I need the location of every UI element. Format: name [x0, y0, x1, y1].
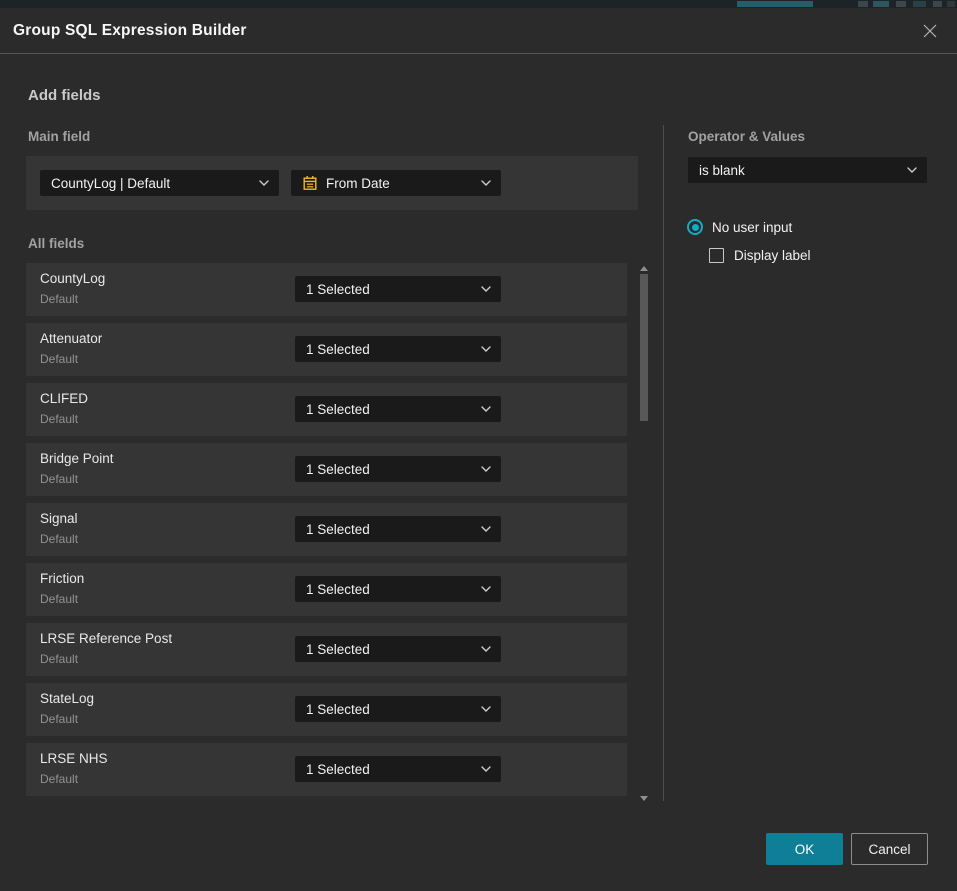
ok-button[interactable]: OK	[766, 833, 843, 865]
background-fragment	[947, 1, 955, 7]
scrollbar-thumb[interactable]	[640, 274, 648, 421]
chevron-down-icon	[481, 466, 491, 472]
chevron-down-icon	[259, 180, 269, 186]
all-fields-label: All fields	[28, 236, 84, 251]
background-app-strip	[0, 0, 957, 8]
field-selection-dropdown[interactable]: 1 Selected	[295, 756, 501, 782]
field-name: LRSE NHS	[40, 751, 108, 766]
field-selection-dropdown[interactable]: 1 Selected	[295, 636, 501, 662]
chevron-down-icon	[481, 286, 491, 292]
background-fragment	[913, 1, 926, 7]
chevron-down-icon	[481, 526, 491, 532]
field-selection-dropdown[interactable]: 1 Selected	[295, 456, 501, 482]
dialog-titlebar: Group SQL Expression Builder	[0, 8, 957, 54]
calendar-icon	[302, 175, 318, 191]
dropdown-value: 1 Selected	[306, 702, 473, 717]
field-row: Bridge Point Default 1 Selected	[26, 443, 627, 496]
background-fragment	[933, 1, 942, 7]
field-name: CLIFED	[40, 391, 88, 406]
dialog-title: Group SQL Expression Builder	[13, 22, 247, 40]
operator-dropdown[interactable]: is blank	[688, 157, 927, 183]
field-row: Signal Default 1 Selected	[26, 503, 627, 556]
dropdown-value: From Date	[326, 176, 473, 191]
dropdown-value: is blank	[699, 163, 899, 178]
chevron-down-icon	[481, 766, 491, 772]
field-row: CLIFED Default 1 Selected	[26, 383, 627, 436]
dropdown-value: 1 Selected	[306, 582, 473, 597]
field-subtitle: Default	[40, 532, 78, 546]
field-name: LRSE Reference Post	[40, 631, 172, 646]
field-selection-dropdown[interactable]: 1 Selected	[295, 576, 501, 602]
dropdown-value: 1 Selected	[306, 462, 473, 477]
background-fragment	[873, 1, 889, 7]
field-name: Attenuator	[40, 331, 102, 346]
checkbox-unchecked-icon	[709, 248, 724, 263]
add-fields-heading: Add fields	[28, 87, 101, 104]
display-label-checkbox[interactable]: Display label	[709, 248, 811, 263]
scrollbar-down-arrow-icon[interactable]	[640, 796, 648, 801]
field-selection-dropdown[interactable]: 1 Selected	[295, 516, 501, 542]
main-field-source-dropdown[interactable]: CountyLog | Default	[40, 170, 279, 196]
scrollbar-up-arrow-icon[interactable]	[640, 266, 648, 271]
field-name: Signal	[40, 511, 78, 526]
field-selection-dropdown[interactable]: 1 Selected	[295, 276, 501, 302]
main-field-panel: CountyLog | Default From Date	[26, 156, 638, 210]
cancel-button[interactable]: Cancel	[851, 833, 928, 865]
field-selection-dropdown[interactable]: 1 Selected	[295, 336, 501, 362]
field-subtitle: Default	[40, 352, 78, 366]
radio-selected-icon	[687, 219, 703, 235]
field-selection-dropdown[interactable]: 1 Selected	[295, 396, 501, 422]
pane-divider	[663, 125, 664, 801]
field-name: Friction	[40, 571, 84, 586]
field-row: CountyLog Default 1 Selected	[26, 263, 627, 316]
field-row: LRSE Reference Post Default 1 Selected	[26, 623, 627, 676]
chevron-down-icon	[481, 706, 491, 712]
screen: Group SQL Expression Builder Add fields …	[0, 0, 957, 891]
chevron-down-icon	[481, 180, 491, 186]
main-field-date-dropdown[interactable]: From Date	[291, 170, 501, 196]
radio-label: No user input	[712, 220, 792, 235]
chevron-down-icon	[481, 406, 491, 412]
field-name: StateLog	[40, 691, 94, 706]
checkbox-label: Display label	[734, 248, 811, 263]
field-name: CountyLog	[40, 271, 105, 286]
chevron-down-icon	[481, 346, 491, 352]
main-field-label: Main field	[28, 129, 90, 144]
dropdown-value: CountyLog | Default	[51, 176, 251, 191]
dropdown-value: 1 Selected	[306, 522, 473, 537]
field-row: Attenuator Default 1 Selected	[26, 323, 627, 376]
dropdown-value: 1 Selected	[306, 342, 473, 357]
operator-values-label: Operator & Values	[688, 129, 805, 144]
field-subtitle: Default	[40, 712, 78, 726]
field-name: Bridge Point	[40, 451, 114, 466]
no-user-input-radio[interactable]: No user input	[687, 219, 792, 235]
field-subtitle: Default	[40, 652, 78, 666]
dropdown-value: 1 Selected	[306, 642, 473, 657]
dropdown-value: 1 Selected	[306, 402, 473, 417]
chevron-down-icon	[481, 586, 491, 592]
field-row: StateLog Default 1 Selected	[26, 683, 627, 736]
field-selection-dropdown[interactable]: 1 Selected	[295, 696, 501, 722]
close-icon[interactable]	[920, 21, 940, 41]
chevron-down-icon	[481, 646, 491, 652]
field-subtitle: Default	[40, 772, 78, 786]
field-subtitle: Default	[40, 472, 78, 486]
dropdown-value: 1 Selected	[306, 282, 473, 297]
field-row: Friction Default 1 Selected	[26, 563, 627, 616]
all-fields-list: CountyLog Default 1 Selected Attenuator Defa…	[26, 263, 627, 803]
field-row: LRSE NHS Default 1 Selected	[26, 743, 627, 796]
background-fragment	[737, 1, 813, 7]
field-subtitle: Default	[40, 592, 78, 606]
field-subtitle: Default	[40, 412, 78, 426]
background-fragment	[896, 1, 906, 7]
dropdown-value: 1 Selected	[306, 762, 473, 777]
chevron-down-icon	[907, 167, 917, 173]
background-fragment	[858, 1, 868, 7]
field-subtitle: Default	[40, 292, 78, 306]
